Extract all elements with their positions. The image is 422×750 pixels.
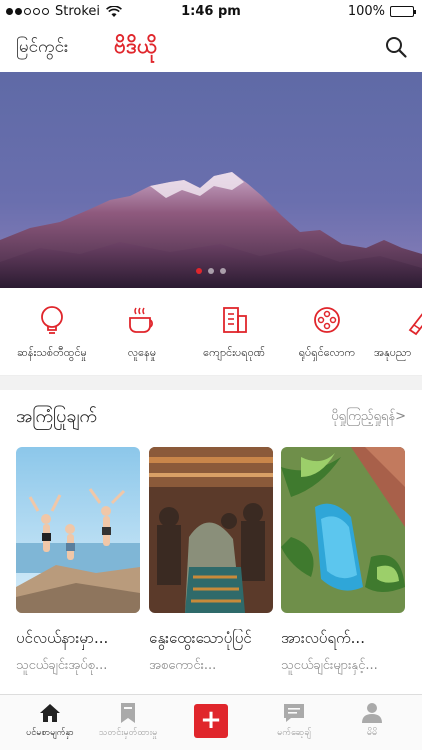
category-campus[interactable]: ကျောင်းပရဝုဏ်: [186, 304, 282, 362]
city-selector[interactable]: မြင်ကွင်း: [16, 36, 68, 61]
card-title: အားလပ်ရက်...: [281, 629, 365, 647]
card-title: ပင်လယ်နားမှာ...: [16, 629, 109, 647]
category-art[interactable]: အနုပညာ: [374, 304, 422, 362]
message-icon: [284, 704, 304, 722]
home-icon: [40, 704, 60, 722]
coffee-cup-icon: [129, 307, 153, 333]
tab-label: မက်ဆေ့ချ်: [277, 728, 311, 738]
card-photo-market: [149, 447, 273, 613]
card-title: နွေးထွေးသောပုံပြင်: [149, 629, 252, 647]
category-innovation[interactable]: ဆန်းသစ်တီထွင်မှု: [4, 304, 100, 362]
top-nav: မြင်ကွင်း ဗိဒိယို: [0, 24, 422, 72]
search-icon[interactable]: [384, 35, 408, 59]
status-bar: Strokei 1:46 pm 100%: [0, 0, 422, 24]
pager-dot: [196, 268, 202, 274]
section-title: အကြံပြုချက်: [16, 406, 98, 427]
tab-label: မိမိ: [366, 728, 378, 738]
banner-image: [0, 72, 422, 288]
tab-messages[interactable]: မက်ဆေ့ချ်: [252, 701, 336, 740]
banner-pager: [0, 268, 422, 274]
card-subtitle: အစကောင်း...: [149, 658, 217, 673]
user-icon: [362, 703, 382, 723]
tab-home[interactable]: ပင်မစာမျက်နှာ: [8, 701, 92, 740]
card-subtitle: သူငယ်ချင်းအုပ်စု...: [16, 658, 108, 673]
category-label: ရုပ်ရှင်လောက: [298, 346, 356, 359]
film-reel-icon: [314, 307, 340, 333]
category-movies[interactable]: ရုပ်ရှင်လောက: [284, 304, 370, 362]
recommend-card[interactable]: နွေးထွေးသောပုံပြင် အစကောင်း...: [149, 447, 273, 676]
battery-percent: 100%: [347, 4, 385, 19]
recommend-card[interactable]: ပင်လယ်နားမှာ... သူငယ်ချင်းအုပ်စု...: [16, 447, 140, 676]
card-photo-beach: [16, 447, 140, 613]
tab-profile[interactable]: မိမိ: [330, 701, 414, 740]
see-more-link[interactable]: ပိုရှုကြည့်ရှုရန်>: [331, 408, 406, 427]
tab-bookmarks[interactable]: သတင်းမှတ်ထားမှု: [86, 701, 170, 740]
category-label: ဆန်းသစ်တီထွင်မှု: [17, 346, 87, 359]
card-subtitle: သူငယ်ချင်းများနှင့်...: [281, 658, 378, 673]
lightbulb-icon: [41, 306, 63, 334]
building-icon: [223, 307, 247, 333]
category-label: လူနေမှု: [127, 346, 157, 359]
bookmark-icon: [121, 703, 135, 723]
status-right: 100%: [347, 4, 416, 19]
app-screen: Strokei 1:46 pm 100% မြင်ကွင်း ဗိဒိယို ဆ…: [0, 0, 422, 750]
brush-icon: [408, 313, 422, 336]
recommend-card[interactable]: အားလပ်ရက်... သူငယ်ချင်းများနှင့်...: [281, 447, 405, 676]
card-photo-resort: [281, 447, 405, 613]
category-lifestyle[interactable]: လူနေမှု: [104, 304, 180, 362]
category-label: အနုပညာ: [374, 346, 412, 359]
category-label: ကျောင်းပရဝုဏ်: [203, 346, 265, 359]
pager-dot: [220, 268, 226, 274]
tab-label: သတင်းမှတ်ထားမှု: [98, 728, 158, 738]
brand-logo: ဗိဒိယို: [114, 34, 158, 58]
pager-dot: [208, 268, 214, 274]
section-divider: [0, 376, 422, 390]
banner-carousel[interactable]: [0, 72, 422, 288]
add-post-button[interactable]: +: [194, 704, 228, 738]
tab-label: ပင်မစာမျက်နှာ: [26, 728, 74, 738]
category-strip: ဆန်းသစ်တီထွင်မှု လူနေမှု ကျောင်းပရဝုဏ် ရ…: [0, 288, 422, 376]
battery-icon: [390, 6, 416, 17]
